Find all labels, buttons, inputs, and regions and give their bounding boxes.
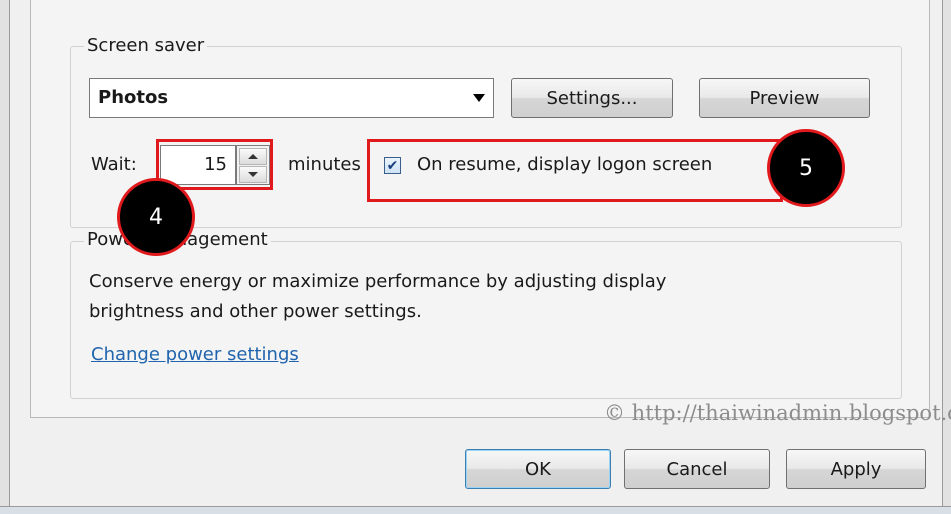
power-description-line-2: brightness and other power settings. [89, 301, 422, 322]
apply-button[interactable]: Apply [786, 449, 926, 489]
screen-saver-legend: Screen saver [84, 35, 208, 57]
screen-saver-dropdown[interactable]: Photos [89, 78, 494, 118]
screen-saver-preview-button[interactable]: Preview [699, 78, 870, 118]
window-left-frame [0, 0, 10, 514]
ok-button[interactable]: OK [465, 449, 611, 489]
callout-4: 4 [117, 178, 195, 256]
screen-saver-selected: Photos [98, 87, 169, 108]
change-power-settings-link[interactable]: Change power settings [91, 344, 299, 365]
callout-5: 5 [767, 129, 845, 207]
watermark: © http://thaiwinadmin.blogspot.com [604, 401, 951, 425]
wait-label: Wait: [91, 154, 137, 175]
screen-saver-settings-button[interactable]: Settings... [511, 78, 673, 118]
window-bottom-frame [0, 506, 951, 514]
power-description-line-1: Conserve energy or maximize performance … [89, 271, 667, 292]
chevron-down-icon [473, 94, 485, 102]
minutes-label: minutes [288, 154, 361, 175]
resume-highlight-box [367, 139, 783, 202]
window-right-frame [942, 0, 951, 514]
cancel-button[interactable]: Cancel [624, 449, 770, 489]
